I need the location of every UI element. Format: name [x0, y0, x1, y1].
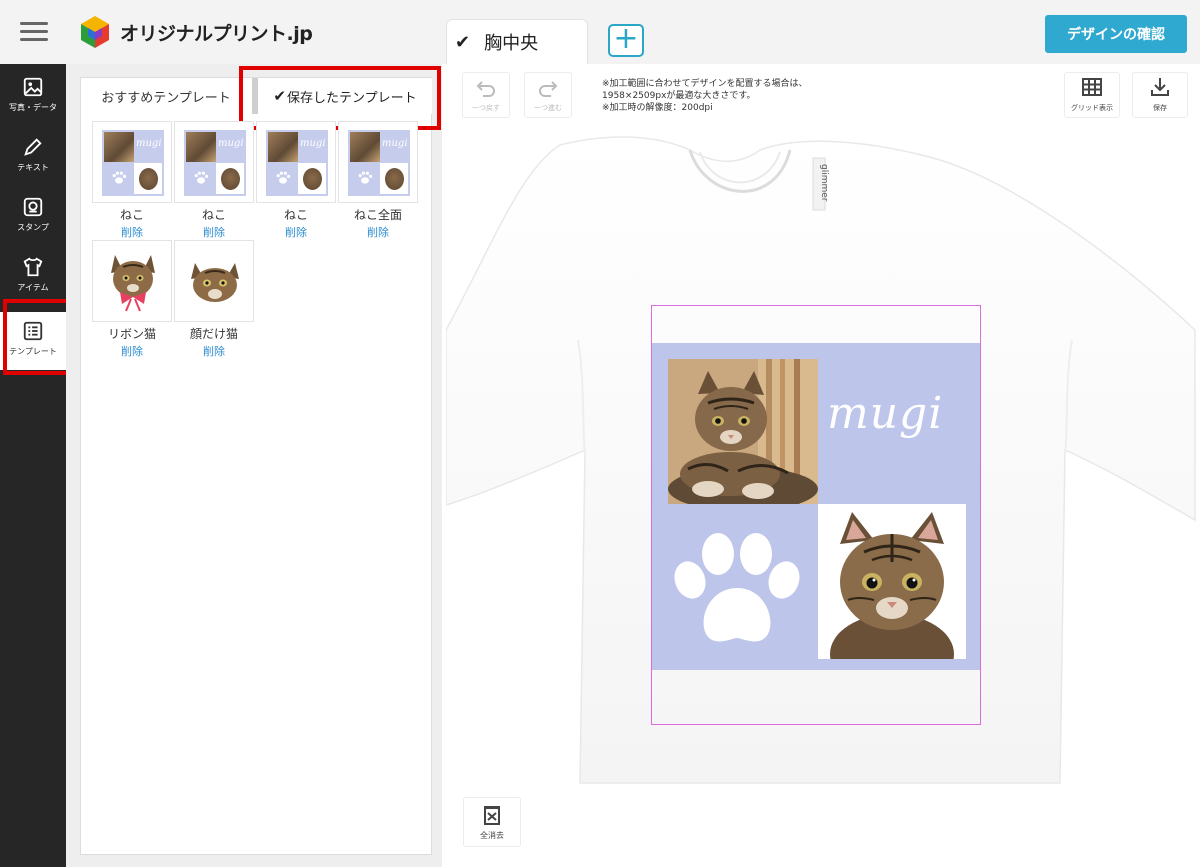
tab-chest-center[interactable]: ✔ 胸中央 [446, 19, 588, 64]
template-name: ねこ [201, 208, 226, 222]
template-name: ねこ [119, 208, 144, 222]
sidebar-item-label: テキスト [17, 163, 49, 172]
cat-ribbon-thumbnail [111, 255, 155, 312]
template-thumbnail[interactable] [92, 240, 172, 322]
tool-sidebar: 写真・データ テキスト スタンプ アイテム テンプレート [0, 64, 66, 867]
delete-link[interactable]: 削除 [338, 224, 418, 240]
template-item: mugi ねこ 削除 [256, 121, 336, 240]
tshirt-icon [23, 257, 43, 277]
sidebar-item-label: アイテム [17, 283, 49, 292]
clear-all-button[interactable]: 全消去 [463, 797, 521, 847]
delete-link[interactable]: 削除 [174, 343, 254, 359]
template-item: mugi ねこ 削除 [174, 121, 254, 240]
sidebar-item-item[interactable]: アイテム [0, 248, 66, 306]
menu-icon[interactable] [20, 22, 48, 42]
shirt-brand-label: glimmer [819, 164, 829, 202]
cat-photo-lying[interactable] [668, 359, 818, 504]
template-thumbnail[interactable]: mugi [92, 121, 172, 203]
paw-graphic[interactable] [670, 530, 805, 650]
placement-note: ※加工範囲に合わせてデザインを配置する場合は、 1958×2509pxが最適な大… [602, 79, 808, 113]
template-name: ねこ全面 [353, 208, 402, 222]
design-text-mugi[interactable]: mugi [827, 388, 943, 439]
sidebar-item-label: スタンプ [17, 223, 49, 232]
logo-text: オリジナルプリント.jp [120, 22, 313, 45]
stamp-icon [23, 197, 43, 217]
image-icon [23, 77, 43, 97]
cat-photo-face[interactable] [818, 504, 966, 659]
template-item: 顔だけ猫 削除 [174, 240, 254, 359]
undo-button[interactable]: 一つ戻す [462, 72, 510, 118]
template-item: mugi ねこ全面 削除 [338, 121, 418, 240]
sidebar-item-label: 写真・データ [9, 103, 57, 112]
download-icon [1151, 78, 1169, 96]
delete-link[interactable]: 削除 [256, 224, 336, 240]
redo-icon [539, 81, 558, 97]
redo-button[interactable]: 一つ進む [524, 72, 572, 118]
sidebar-item-text[interactable]: テキスト [0, 128, 66, 186]
grid-toggle-button[interactable]: グリッド表示 [1064, 72, 1120, 118]
view-tab-label: 胸中央 [484, 33, 539, 54]
cat-face-thumbnail [191, 263, 239, 302]
template-name: ねこ [283, 208, 308, 222]
template-name: リボン猫 [107, 327, 156, 341]
confirm-design-button[interactable]: デザインの確認 [1045, 15, 1187, 53]
template-item: リボン猫 削除 [92, 240, 172, 359]
sidebar-item-photo[interactable]: 写真・データ [0, 68, 66, 126]
add-tab-button[interactable]: + [608, 24, 644, 57]
grid-icon [1082, 78, 1102, 96]
tab-recommended-templates[interactable]: おすすめテンプレート [88, 78, 244, 114]
template-name: 顔だけ猫 [189, 327, 238, 341]
logo-cube-icon [81, 16, 109, 48]
check-icon: ✔ [455, 31, 471, 53]
sidebar-item-stamp[interactable]: スタンプ [0, 188, 66, 246]
pen-icon [24, 138, 42, 156]
template-thumbnail[interactable] [174, 240, 254, 322]
template-thumbnail[interactable]: mugi [174, 121, 254, 203]
delete-link[interactable]: 削除 [92, 224, 172, 240]
delete-link[interactable]: 削除 [92, 343, 172, 359]
template-item: mugi ねこ 削除 [92, 121, 172, 240]
template-thumbnail[interactable]: mugi [256, 121, 336, 203]
undo-icon [476, 81, 495, 97]
template-thumbnail[interactable]: mugi [338, 121, 418, 203]
delete-box-icon [484, 806, 500, 825]
save-button[interactable]: 保存 [1132, 72, 1188, 118]
site-logo[interactable]: オリジナルプリント.jp [78, 14, 313, 50]
delete-link[interactable]: 削除 [174, 224, 254, 240]
